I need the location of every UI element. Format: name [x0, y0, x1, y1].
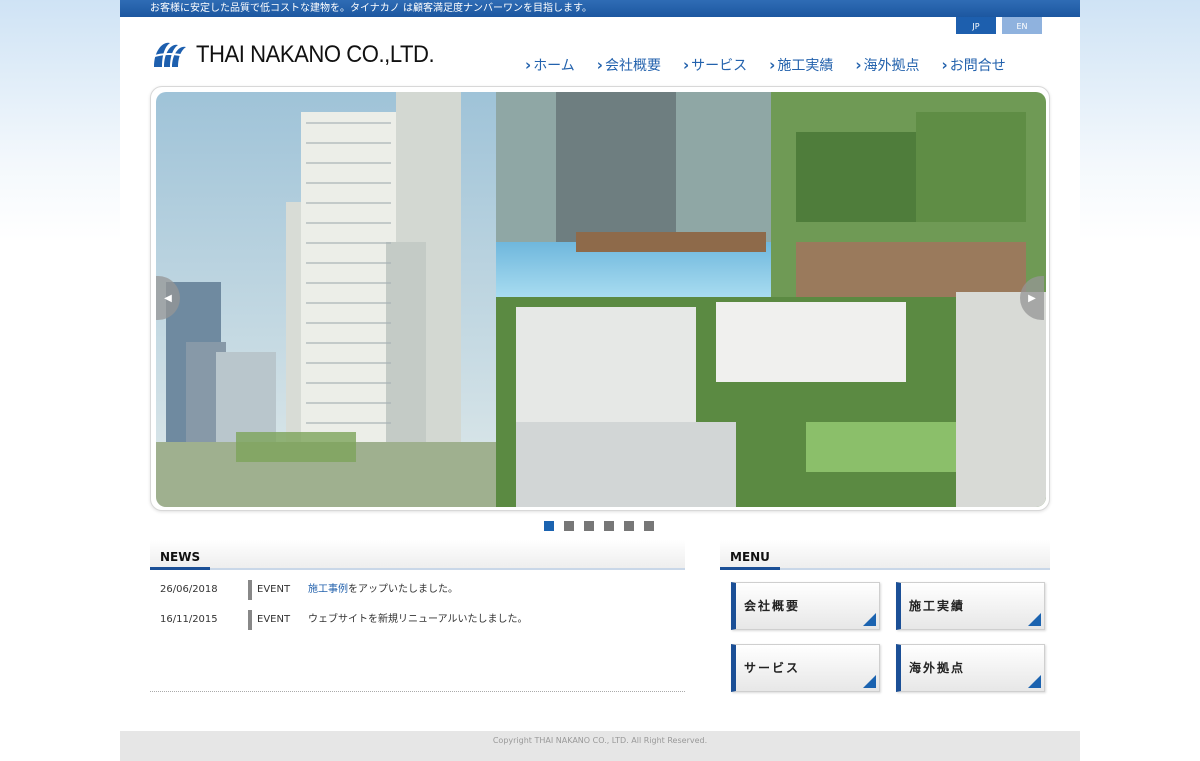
nav-overseas[interactable]: › 海外拠点 [855, 55, 919, 75]
chevron-right-icon: › [682, 56, 690, 74]
hero-slide-image [156, 92, 1046, 507]
footer: Copyright THAI NAKANO CO., LTD. All Righ… [120, 731, 1080, 761]
menu-title: MENU [720, 546, 780, 570]
news-item: 16/11/2015 EVENT ウェブサイトを新規リニューアルいたしました。 [160, 610, 528, 630]
nav-service[interactable]: › サービス [683, 55, 747, 75]
slider-dot-3[interactable] [584, 521, 594, 531]
menu-button-label: 海外拠点 [909, 661, 966, 675]
nav-works[interactable]: › 施工実績 [769, 55, 833, 75]
company-name: THAI NAKANO CO.,LTD. [196, 41, 435, 68]
menu-button-overseas[interactable]: 海外拠点 [896, 644, 1045, 692]
nav-label: お問合せ [949, 58, 1006, 74]
menu-button-label: サービス [744, 661, 801, 675]
news-item: 26/06/2018 EVENT 施工事例をアップいたしました。 [160, 580, 458, 600]
corner-triangle-icon [1028, 613, 1041, 626]
triangle-right-icon: ▶ [1028, 292, 1036, 304]
nav-home[interactable]: › ホーム [525, 55, 575, 75]
news-category: EVENT [248, 610, 308, 630]
news-message: ウェブサイトを新規リニューアルいたしました。 [308, 614, 528, 625]
wave-logo-icon [151, 42, 189, 67]
news-date: 16/11/2015 [160, 614, 218, 625]
news-link[interactable]: 施工事例 [308, 584, 348, 595]
slider-dot-2[interactable] [564, 521, 574, 531]
top-tagline-bar: お客様に安定した品質で低コストな建物を。タイナカノ は顧客満足度ナンバーワンを目… [120, 0, 1080, 17]
lang-en-button[interactable]: EN [1002, 17, 1042, 34]
triangle-left-icon: ◀ [164, 292, 172, 304]
nav-label: サービス [691, 58, 748, 74]
news-divider [150, 691, 685, 692]
footer-copyright: Copyright THAI NAKANO CO., LTD. All Righ… [492, 736, 708, 745]
company-logo[interactable]: THAI NAKANO CO.,LTD. [150, 37, 455, 73]
tagline-text: お客様に安定した品質で低コストな建物を。タイナカノ は顧客満足度ナンバーワンを目… [150, 3, 592, 14]
nav-contact[interactable]: › お問合せ [942, 55, 1006, 75]
slider-dot-5[interactable] [624, 521, 634, 531]
nav-company[interactable]: › 会社概要 [597, 55, 661, 75]
main-nav: › ホーム › 会社概要 › サービス › 施工実績 › 海外拠点 › お問合せ [525, 55, 1028, 75]
slider-pagination [544, 521, 664, 531]
news-section-header: NEWS [150, 540, 685, 570]
nav-label: 海外拠点 [863, 58, 920, 74]
news-text: をアップいたしました。 [348, 584, 458, 595]
chevron-right-icon: › [525, 56, 532, 74]
page-container: JP EN THAI NAKANO CO.,LTD. › ホーム › 会社概要 … [120, 17, 1080, 731]
hero-slider: ◀ ▶ [150, 86, 1050, 511]
menu-button-label: 会社概要 [744, 599, 801, 613]
chevron-right-icon: › [769, 56, 776, 74]
chevron-right-icon: › [855, 56, 862, 74]
corner-triangle-icon [863, 613, 876, 626]
nav-label: 会社概要 [604, 58, 661, 74]
corner-triangle-icon [863, 675, 876, 688]
menu-button-company[interactable]: 会社概要 [731, 582, 880, 630]
menu-button-label: 施工実績 [909, 599, 966, 613]
slider-dot-4[interactable] [604, 521, 614, 531]
news-date: 26/06/2018 [160, 584, 218, 595]
news-category: EVENT [248, 580, 308, 600]
menu-button-works[interactable]: 施工実績 [896, 582, 1045, 630]
nav-label: ホーム [533, 58, 575, 74]
corner-triangle-icon [1028, 675, 1041, 688]
chevron-right-icon: › [596, 56, 603, 74]
news-message: 施工事例をアップいたしました。 [308, 580, 458, 600]
menu-section-header: MENU [720, 540, 1050, 570]
news-title: NEWS [150, 546, 210, 570]
nav-label: 施工実績 [777, 58, 834, 74]
lang-jp-button[interactable]: JP [956, 17, 996, 34]
slider-dot-1[interactable] [544, 521, 554, 531]
slider-dot-6[interactable] [644, 521, 654, 531]
chevron-right-icon: › [941, 56, 948, 74]
menu-button-service[interactable]: サービス [731, 644, 880, 692]
